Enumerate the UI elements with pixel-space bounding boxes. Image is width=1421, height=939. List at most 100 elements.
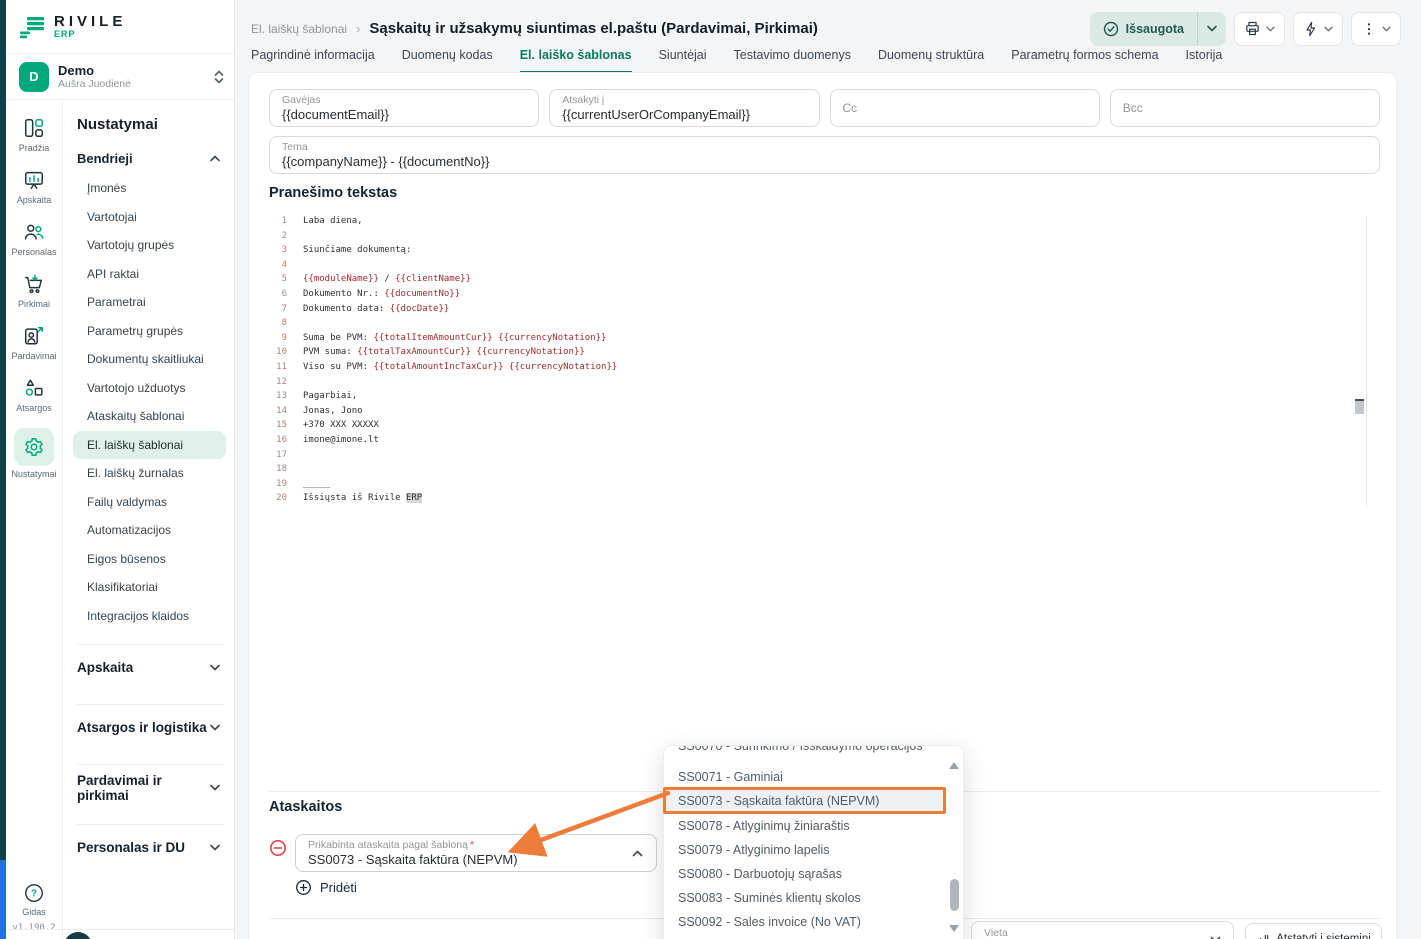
subject-label: Tema [282,141,1367,154]
sidebar-item-klasifikatoriai[interactable]: Klasifikatoriai [73,573,226,602]
sidebar-item-el-laisku-zurnalas[interactable]: El. laiškų žurnalas [73,459,226,488]
line-number: 3 [269,243,303,258]
sidebar-item-eigos-busenos[interactable]: Eigos būsenos [73,545,226,574]
dropdown-option-ss0083[interactable]: SS0083 - Suminės klientų skolos [664,886,943,910]
add-report-button[interactable]: Pridėti [295,879,357,896]
line-number: 19 [269,477,303,492]
rail-item-personalas[interactable]: Personalas [6,220,62,257]
page-title: Sąskaitų ir užsakymų siuntimas el.paštu … [369,20,818,37]
sidebar-section-personalas-ir-du[interactable]: Personalas ir DU [77,825,226,870]
add-report-label: Pridėti [320,880,357,895]
location-select[interactable]: Vieta [971,921,1234,939]
tab-siuntejai[interactable]: Siuntėjai [659,48,707,74]
sidebar-item-parametru-grupes[interactable]: Parametrų grupės [73,317,226,346]
code-line-4: 4 [269,258,1367,273]
sidebar-item-failu-valdymas[interactable]: Failų valdymas [73,488,226,517]
print-button[interactable] [1234,12,1285,46]
scroll-down-arrow-icon[interactable] [949,925,959,932]
dropdown-scrollbar[interactable] [948,754,960,939]
template-variable: {{currencyNotation}} [509,362,617,372]
rail-item-pirkimai[interactable]: Pirkimai [6,272,62,309]
save-menu-caret[interactable] [1197,12,1226,46]
menu-title: Nustatymai [77,116,226,133]
sidebar-item-imones[interactable]: Įmonės [73,174,226,203]
dropdown-option-ss0080[interactable]: SS0080 - Darbuotojų sąrašas [664,862,943,886]
sidebar-item-integracijos-klaidos[interactable]: Integracijos klaidos [73,602,226,631]
code-line-13: 13Pagarbiai, [269,389,1367,404]
cc-field[interactable]: Cc [830,89,1100,127]
dropdown-option-ss0079[interactable]: SS0079 - Atlyginimo lapelis [664,838,943,862]
rail-item-apskaita[interactable]: Apskaita [6,168,62,205]
tab-parametru-formos-schema[interactable]: Parametrų formos schema [1011,48,1158,74]
dropdown-option-ss0071[interactable]: SS0071 - Gaminiai [664,765,943,789]
dropdown-option-ss0073[interactable]: SS0073 - Sąskaita faktūra (NEPVM) [664,789,943,813]
code-line-18: 18 [269,462,1367,477]
help-circle-icon[interactable]: ? [22,881,46,905]
bcc-field[interactable]: Bcc [1110,89,1380,127]
restore-default-button[interactable]: Atstatyti į sisteminį [1245,923,1382,939]
sidebar-item-el-laisku-sablonai[interactable]: El. laiškų šablonai [73,431,226,460]
gavejas-field[interactable]: Gavėjas{{documentEmail}} [269,89,539,127]
rail-item-pardavimai[interactable]: Pardavimai [6,324,62,361]
code-line-15: 15+370 XXX XXXXX [269,418,1367,433]
tab-pagrindine-informacija[interactable]: Pagrindinė informacija [251,48,375,74]
dropdown-option-ss0092[interactable]: SS0092 - Sales invoice (No VAT) [664,910,943,934]
sidebar-item-vartotojo-uzduotys[interactable]: Vartotojo užduotys [73,374,226,403]
report-template-select[interactable]: Prikabinta ataskaita pagal šabloną* SS00… [295,834,657,872]
sidebar-item-vartotojai[interactable]: Vartotojai [73,203,226,232]
sidebar-item-vartotoju-grupes[interactable]: Vartotojų grupės [73,231,226,260]
sidebar-item-api-raktai[interactable]: API raktai [73,260,226,289]
tab-duomenu-struktura[interactable]: Duomenų struktūra [878,48,984,74]
subject-field[interactable]: Tema {{companyName}} - {{documentNo}} [269,136,1380,174]
breadcrumb-separator: › [356,21,360,36]
dropdown-scrollbar-thumb[interactable] [950,879,959,911]
rail-item-pradzia[interactable]: Pradžia [6,116,62,153]
sidebar: RIVILE ERP D Demo Aušra Juodienė Pradžia… [6,0,235,939]
line-number: 9 [269,331,303,346]
breadcrumb[interactable]: El. laiškų šablonai [251,22,347,36]
actions-button[interactable] [1293,12,1343,46]
dropdown-option-ss0078[interactable]: SS0078 - Atlyginimų žiniaraštis [664,814,943,838]
line-number: 12 [269,375,303,390]
tab-istorija[interactable]: Istorija [1186,48,1223,74]
scroll-up-arrow-icon[interactable] [949,762,959,769]
chevron-down-icon [1324,26,1333,32]
more-button[interactable] [1351,12,1401,46]
help-label[interactable]: Gidas [22,907,46,917]
code-line-10: 10PVM suma: {{totalTaxAmountCur}} {{curr… [269,345,1367,360]
sidebar-item-parametrai[interactable]: Parametrai [73,288,226,317]
sidebar-item-ataskaitu-sablonai[interactable]: Ataskaitų šablonai [73,402,226,431]
tab-el-laisko-sablonas[interactable]: El. laiško šablonas [520,48,632,74]
lightning-icon [1303,21,1319,37]
editor-scrollbar-thumb[interactable] [1355,399,1364,414]
tab-duomenu-kodas[interactable]: Duomenų kodas [402,48,493,74]
line-number: 8 [269,316,303,331]
rail-item-nustatymai[interactable]: Nustatymai [6,428,62,479]
kebab-icon [1361,21,1377,37]
atsakyti-i-field[interactable]: Atsakyti į{{currentUserOrCompanyEmail}} [549,89,819,127]
user-switcher[interactable]: D Demo Aušra Juodienė [6,54,234,100]
dropdown-option-ss0070[interactable]: SS0070 - Surinkimo / Išskaidymo operacij… [664,746,943,758]
remove-report-button[interactable] [269,839,287,857]
chevron-up-icon [210,155,220,162]
sidebar-section-atsargos-ir-logistika[interactable]: Atsargos ir logistika [77,705,226,750]
chevron-down-icon [1266,26,1275,32]
sidebar-section-pardavimai-ir-pirkimai[interactable]: Pardavimai ir pirkimai [77,765,226,810]
sidebar-item-dokumentu-skaitliukai[interactable]: Dokumentų skaitliukai [73,345,226,374]
shapes-icon [22,376,46,400]
template-variable: {{moduleName}} [303,274,379,284]
line-number: 11 [269,360,303,375]
line-number: 17 [269,448,303,463]
sidebar-item-automatizacijos[interactable]: Automatizacijos [73,516,226,545]
rail-item-atsargos[interactable]: Atsargos [6,376,62,413]
menu-list: ĮmonėsVartotojaiVartotojų grupėsAPI rakt… [73,174,226,630]
menu-sections: Apskaita Atsargos ir logistika Pardavimai … [77,644,226,870]
message-code-editor[interactable]: 1Laba diena,23Siunčiame dokumentą:45{{mo… [269,214,1367,507]
template-variable: {{totalItemAmountCur}} [373,333,492,343]
sidebar-section-apskaita[interactable]: Apskaita [77,645,226,690]
save-split-button[interactable]: Išsaugota [1090,12,1226,46]
menu-group-bendrieji[interactable]: Bendrieji [77,151,226,166]
chevron-up-icon[interactable] [632,850,643,857]
line-number: 20 [269,491,303,506]
tab-testavimo-duomenys[interactable]: Testavimo duomenys [734,48,851,74]
